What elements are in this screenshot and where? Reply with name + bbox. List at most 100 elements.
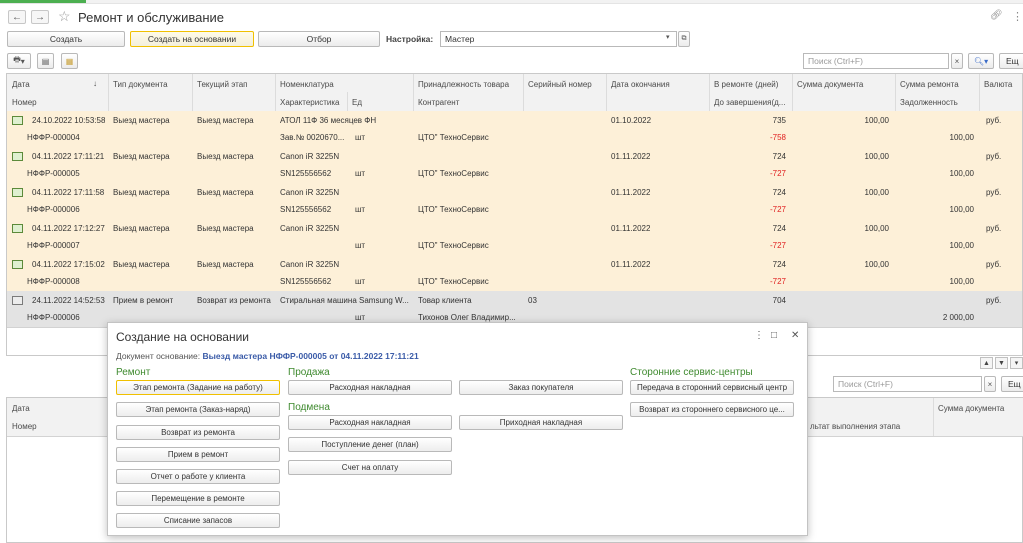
cell-stage: Выезд мастера (197, 224, 254, 233)
money-receipt-button[interactable]: Поступление денег (план) (288, 437, 452, 452)
print-button[interactable]: 🖶 ▾ (7, 53, 31, 69)
table-row[interactable]: 04.11.2022 17:15:02 Выезд мастера Выезд ма… (7, 255, 1022, 292)
col-days[interactable]: В ремонте (дней) (714, 80, 778, 89)
attachment-icon: ▦ (65, 56, 74, 66)
cell-debt: 100,00 (949, 133, 974, 142)
cell-doc-sum: 100,00 (864, 152, 889, 161)
col-date[interactable]: Дата (12, 80, 30, 89)
more-vertical-icon[interactable]: ⋮ (754, 330, 764, 341)
replacement-outgoing-button[interactable]: Расходная накладная (288, 415, 452, 430)
col-doc-type[interactable]: Тип документа (113, 80, 168, 89)
cell-characteristic: Зав.№ 0020670... (280, 133, 345, 142)
col-nomenclature[interactable]: Номенклатура (280, 80, 334, 89)
table-row[interactable]: 04.11.2022 17:11:58 Выезд мастера Выезд ма… (7, 183, 1022, 220)
move-down-button[interactable]: ▼ (995, 357, 1008, 369)
repair-transfer-button[interactable]: Перемещение в ремонте (116, 491, 280, 506)
close-icon[interactable]: ✕ (791, 330, 799, 341)
search-button[interactable]: 🔍︎▾ (968, 53, 994, 69)
payment-invoice-button[interactable]: Счет на оплату (288, 460, 452, 475)
group-replacement-title: Подмена (288, 402, 330, 413)
client-work-report-button[interactable]: Отчет о работе у клиента (116, 469, 280, 484)
basis-document: Документ основание: Выезд мастера НФФР-0… (116, 351, 419, 361)
col-owner[interactable]: Принадлежность товара (418, 80, 509, 89)
sort-desc-icon[interactable]: ↓ (93, 79, 97, 88)
create-based-on-button[interactable]: Создать на основании (130, 31, 254, 47)
replacement-incoming-button[interactable]: Приходная накладная (459, 415, 623, 430)
sale-invoice-button[interactable]: Расходная накладная (288, 380, 452, 395)
cell-doc-type: Выезд мастера (113, 152, 170, 161)
search-clear-button[interactable]: × (951, 53, 963, 69)
collapse-button[interactable]: ▾ (1010, 357, 1023, 369)
more-vertical-icon[interactable]: ⋮ (1012, 10, 1023, 23)
transfer-external-button[interactable]: Передача в сторонний сервисный центр (630, 380, 794, 395)
cell-counterparty: ЦТО" ТехноСервис (418, 241, 489, 250)
writeoff-button[interactable]: Списание запасов (116, 513, 280, 528)
link-icon[interactable]: 🔗︎ (990, 10, 1003, 21)
stages-col-result[interactable]: льтат выполнения этапа (810, 422, 900, 431)
col-counterparty[interactable]: Контрагент (418, 98, 459, 107)
cell-currency: руб. (986, 188, 1002, 197)
cell-number: НФФР-000006 (27, 205, 80, 214)
report-button[interactable]: ▤ (37, 53, 54, 69)
cell-stage: Возврат из ремонта (197, 296, 271, 305)
filter-button[interactable]: Отбор (258, 31, 380, 47)
col-unit[interactable]: Ед (352, 98, 362, 107)
attach-button[interactable]: ▦ (61, 53, 78, 69)
col-currency[interactable]: Валюта (984, 80, 1012, 89)
cell-unit: шт (355, 277, 366, 286)
document-icon (12, 260, 23, 269)
table-row[interactable]: 04.11.2022 17:12:27 Выезд мастера Выезд ма… (7, 219, 1022, 256)
customer-order-button[interactable]: Заказ покупателя (459, 380, 623, 395)
search-icon: 🔍︎▾ (973, 56, 989, 66)
back-button[interactable]: ← (8, 10, 26, 24)
lower-search-input[interactable]: Поиск (Ctrl+F) (833, 376, 982, 392)
documents-table[interactable]: Дата ↓ Тип документа Текущий этап Номенк… (6, 73, 1023, 356)
stages-col-number[interactable]: Номер (12, 422, 37, 431)
cell-doc-sum: 100,00 (864, 188, 889, 197)
cell-characteristic: SN125556562 (280, 277, 332, 286)
cell-days: 735 (772, 116, 786, 125)
setting-select[interactable]: Мастер (440, 31, 677, 47)
more-button[interactable]: Ещ (999, 53, 1023, 69)
star-icon[interactable]: ☆ (58, 8, 71, 25)
document-icon (12, 116, 23, 125)
search-placeholder: Поиск (Ctrl+F) (808, 56, 863, 66)
col-doc-sum[interactable]: Сумма документа (797, 80, 863, 89)
create-button[interactable]: Создать (7, 31, 125, 47)
col-number[interactable]: Номер (12, 98, 37, 107)
cell-doc-type: Выезд мастера (113, 260, 170, 269)
table-row[interactable]: 24.10.2022 10:53:58 Выезд мастера Выезд ма… (7, 111, 1022, 148)
document-icon (12, 188, 23, 197)
col-end-date[interactable]: Дата окончания (611, 80, 670, 89)
repair-intake-button[interactable]: Прием в ремонт (116, 447, 280, 462)
document-icon (12, 296, 23, 305)
stage-order-button[interactable]: Этап ремонта (Заказ-наряд) (116, 402, 280, 417)
maximize-icon[interactable]: □ (771, 330, 777, 341)
lower-search-clear[interactable]: × (984, 376, 996, 392)
stages-col-doc-sum[interactable]: Сумма документа (938, 404, 1004, 413)
col-remaining[interactable]: До завершения(д... (714, 98, 785, 107)
col-serial[interactable]: Серийный номер (528, 80, 592, 89)
cell-debt: 2 000,00 (942, 313, 974, 322)
cell-doc-type: Прием в ремонт (113, 296, 174, 305)
cell-date: 24.11.2022 14:52:53 (32, 296, 105, 305)
stage-task-button[interactable]: Этап ремонта (Задание на работу) (116, 380, 280, 395)
forward-button[interactable]: → (31, 10, 49, 24)
table-row[interactable]: 04.11.2022 17:11:21 Выезд мастера Выезд ма… (7, 147, 1022, 184)
dropdown-icon[interactable]: ▾ (666, 33, 670, 41)
return-external-button[interactable]: Возврат из стороннего сервисного це... (630, 402, 794, 417)
open-icon[interactable]: ⧉ (678, 31, 690, 47)
col-repair-sum[interactable]: Сумма ремонта (900, 80, 959, 89)
search-input[interactable]: Поиск (Ctrl+F) (803, 53, 949, 69)
stages-col-date[interactable]: Дата (12, 404, 30, 413)
basis-link[interactable]: Выезд мастера НФФР-000005 от 04.11.2022 … (203, 351, 419, 361)
arrow-left-icon: ← (12, 11, 22, 23)
lower-more-button[interactable]: Ещ (1001, 376, 1023, 392)
col-stage[interactable]: Текущий этап (197, 80, 247, 89)
return-from-repair-button[interactable]: Возврат из ремонта (116, 425, 280, 440)
cell-currency: руб. (986, 152, 1002, 161)
move-up-button[interactable]: ▲ (980, 357, 993, 369)
col-characteristic[interactable]: Характеристика (280, 98, 339, 107)
col-debt[interactable]: Задолженность (900, 98, 958, 107)
lower-search-placeholder: Поиск (Ctrl+F) (838, 379, 893, 389)
